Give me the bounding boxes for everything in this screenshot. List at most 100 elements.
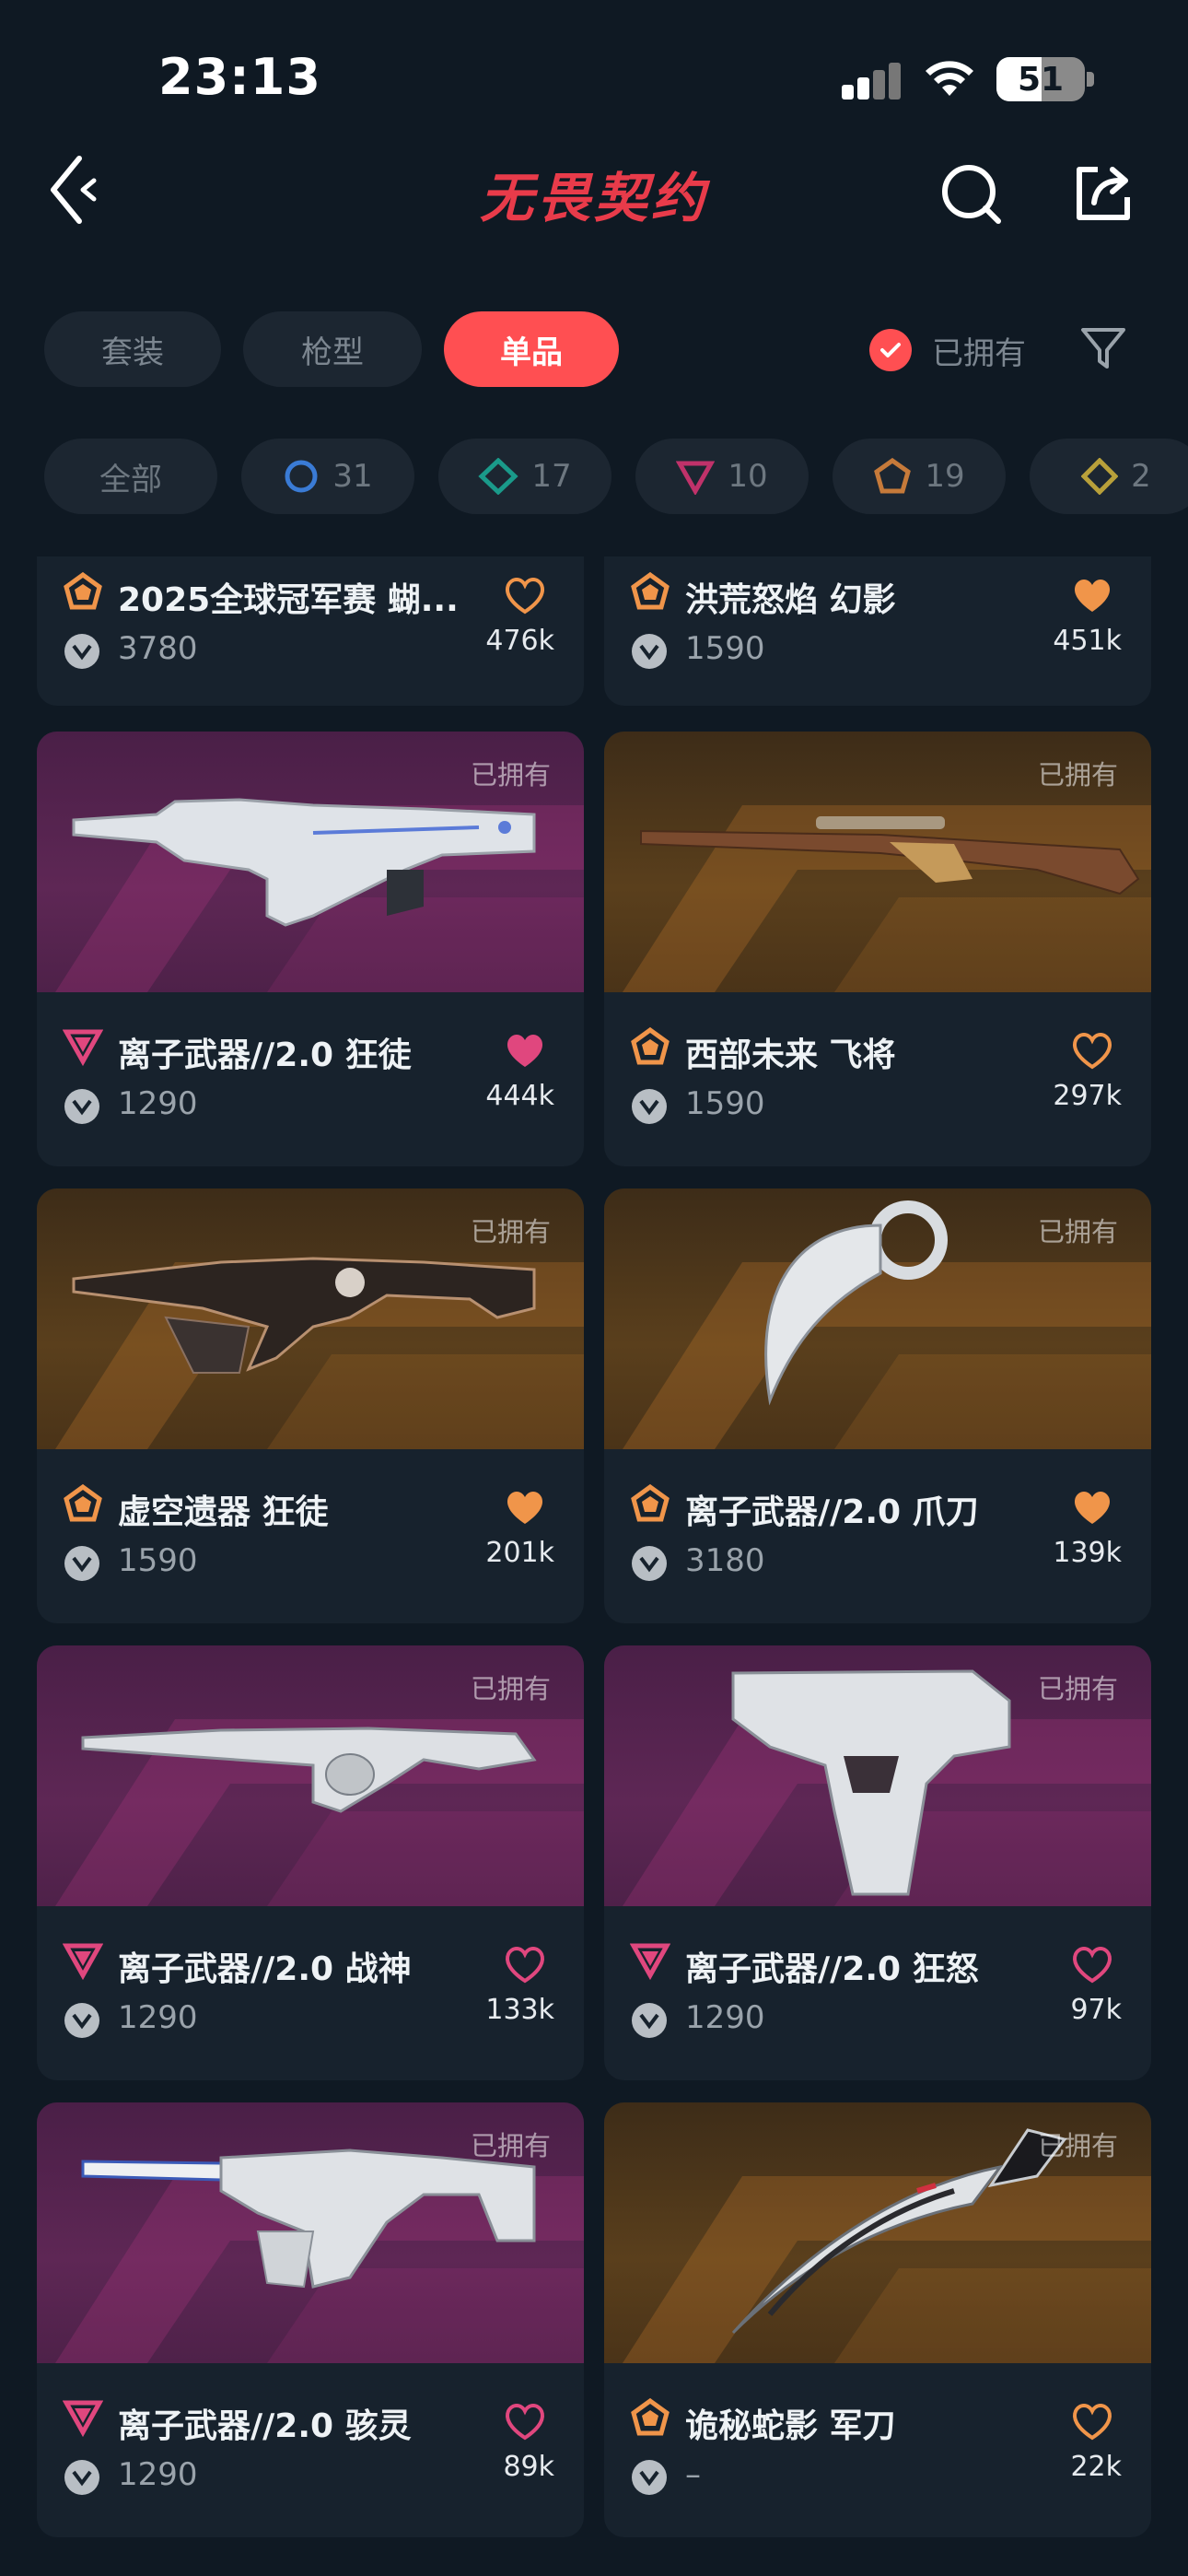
item-likes: 297k [1053, 1080, 1122, 1112]
valorant-points-icon [632, 634, 667, 669]
item-image: 已拥有 [604, 2102, 1151, 2363]
exclusive-tier-icon [64, 1483, 102, 1522]
premium-tier-icon [63, 1029, 103, 1067]
owned-tag: 已拥有 [1037, 1216, 1118, 1247]
owned-filter-toggle[interactable]: 已拥有 [869, 324, 1026, 376]
exclusive-tier-icon [631, 1483, 670, 1522]
item-price: 1290 [118, 1999, 198, 2036]
item-card[interactable]: 洪荒怒焰 幻影 1590 451k [604, 556, 1151, 706]
heart-filled-icon[interactable] [1070, 575, 1114, 615]
tab-single-items[interactable]: 单品 [444, 311, 619, 387]
exclusive-tier-icon [64, 571, 102, 610]
heart-filled-icon[interactable] [503, 1030, 547, 1071]
valorant-points-icon [632, 2003, 667, 2038]
heart-outline-icon[interactable] [1070, 1030, 1114, 1071]
item-card[interactable]: 已拥有 离子武器//2.0 战神 1290 133k [37, 1645, 584, 2080]
item-name: 诡秘蛇影 军刀 [685, 2407, 896, 2445]
item-image: 已拥有 [604, 1188, 1151, 1449]
exclusive-tier-icon [631, 2397, 670, 2436]
premium-tier-icon [630, 1943, 670, 1981]
valorant-points-icon [632, 1089, 667, 1124]
item-name: 虚空遗器 狂徒 [118, 1493, 329, 1531]
heart-filled-icon[interactable] [503, 1487, 547, 1528]
item-card[interactable]: 已拥有 离子武器//2.0 爪刀 3180 139k [604, 1188, 1151, 1623]
tier-filter-chips: 全部 31 17 10 19 2 [44, 439, 1188, 514]
item-price: 1590 [685, 1085, 765, 1122]
battery-icon: 51 [996, 57, 1085, 101]
share-icon[interactable] [1070, 160, 1135, 225]
item-grid: 2025全球冠军赛 蝴... 3780 476k 洪荒怒焰 幻影 1590 45… [0, 556, 1188, 2576]
item-card[interactable]: 2025全球冠军赛 蝴... 3780 476k [37, 556, 584, 706]
item-likes: 444k [485, 1080, 554, 1112]
item-price: – [685, 2456, 701, 2493]
item-card[interactable]: 已拥有 离子武器//2.0 骇灵 1290 89k [37, 2102, 584, 2537]
tab-weapon-type[interactable]: 枪型 [243, 311, 422, 387]
chip-premium-tier[interactable]: 10 [635, 439, 809, 514]
owned-tag: 已拥有 [1037, 2130, 1118, 2161]
app-logo-title: 无畏契约 [479, 167, 708, 229]
heart-outline-icon[interactable] [1070, 2401, 1114, 2441]
item-likes: 22k [1070, 2451, 1122, 2483]
item-image: 已拥有 [604, 1645, 1151, 1906]
exclusive-tier-icon [631, 571, 670, 610]
select-tier-icon [285, 460, 318, 493]
owned-tag: 已拥有 [470, 1673, 551, 1704]
chip-exclusive-tier[interactable]: 19 [833, 439, 1006, 514]
owned-tag: 已拥有 [470, 2130, 551, 2161]
tab-bundles[interactable]: 套装 [44, 311, 221, 387]
item-card[interactable]: 已拥有 虚空遗器 狂徒 1590 201k [37, 1188, 584, 1623]
valorant-points-icon [632, 2460, 667, 2495]
cellular-signal-icon [842, 63, 903, 100]
item-name: 洪荒怒焰 幻影 [685, 581, 896, 619]
search-icon[interactable] [939, 162, 1004, 227]
valorant-points-icon [64, 1089, 99, 1124]
item-price: 1290 [118, 1085, 198, 1122]
wifi-icon [926, 61, 973, 96]
item-name: 2025全球冠军赛 蝴... [118, 581, 459, 619]
battery-percent: 51 [1017, 61, 1065, 99]
owned-tag: 已拥有 [470, 1216, 551, 1247]
chip-all[interactable]: 全部 [44, 439, 217, 514]
item-likes: 97k [1070, 1994, 1122, 2026]
heart-filled-icon[interactable] [1070, 1487, 1114, 1528]
check-icon [869, 329, 912, 371]
chip-deluxe-tier[interactable]: 17 [438, 439, 611, 514]
heart-outline-icon[interactable] [503, 2401, 547, 2441]
chip-count: 10 [728, 458, 768, 495]
item-name: 西部未来 飞将 [685, 1036, 896, 1074]
heart-outline-icon[interactable] [503, 575, 547, 615]
exclusive-tier-icon [631, 1026, 670, 1065]
ultra-tier-icon [1081, 458, 1119, 495]
valorant-points-icon [64, 634, 99, 669]
item-card[interactable]: 已拥有 离子武器//2.0 狂怒 1290 97k [604, 1645, 1151, 2080]
status-bar: 23:13 51 [0, 0, 1188, 157]
owned-filter-label: 已拥有 [932, 334, 1026, 372]
item-likes: 89k [503, 2451, 554, 2483]
funnel-icon[interactable] [1077, 322, 1129, 374]
item-name: 离子武器//2.0 骇灵 [118, 2407, 412, 2445]
item-likes: 201k [485, 1537, 554, 1569]
chip-count: 17 [531, 458, 572, 495]
chip-count: 19 [925, 458, 965, 495]
premium-tier-icon [63, 2400, 103, 2438]
valorant-points-icon [632, 1546, 667, 1581]
item-card[interactable]: 已拥有 诡秘蛇影 军刀 – 22k [604, 2102, 1151, 2537]
heart-outline-icon[interactable] [1070, 1944, 1114, 1985]
item-image: 已拥有 [604, 732, 1151, 992]
chip-ultra-tier[interactable]: 2 [1030, 439, 1188, 514]
item-card[interactable]: 已拥有 离子武器//2.0 狂徒 1290 444k [37, 732, 584, 1166]
chip-select-tier[interactable]: 31 [241, 439, 414, 514]
chip-count: 31 [332, 458, 373, 495]
deluxe-tier-icon [478, 458, 519, 495]
owned-tag: 已拥有 [1037, 759, 1118, 790]
item-card[interactable]: 已拥有 西部未来 飞将 1590 297k [604, 732, 1151, 1166]
valorant-points-icon [64, 2003, 99, 2038]
item-likes: 133k [485, 1994, 554, 2026]
item-name: 离子武器//2.0 战神 [118, 1950, 412, 1988]
premium-tier-icon [63, 1943, 103, 1981]
item-price: 1290 [118, 2456, 198, 2493]
heart-outline-icon[interactable] [503, 1944, 547, 1985]
item-price: 3780 [118, 630, 198, 667]
item-image: 已拥有 [37, 2102, 584, 2363]
item-image: 已拥有 [37, 1645, 584, 1906]
